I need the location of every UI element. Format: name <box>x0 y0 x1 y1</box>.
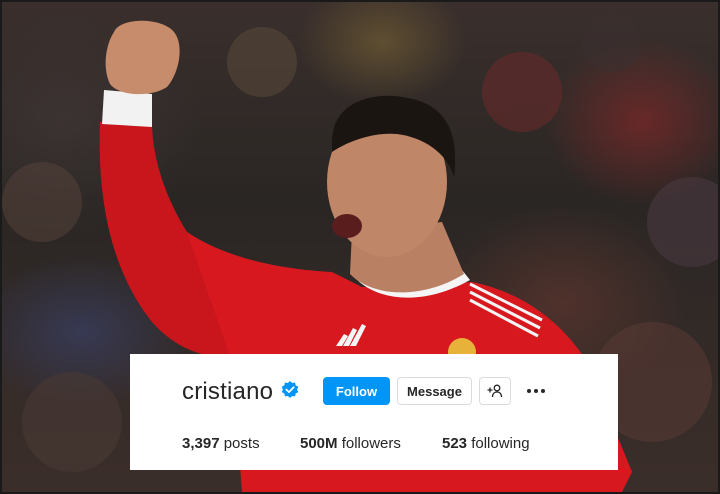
posts-label: posts <box>223 435 260 452</box>
add-person-icon <box>487 384 503 398</box>
following-stat[interactable]: 523 following <box>442 435 530 452</box>
posts-stat: 3,397 posts <box>182 435 260 452</box>
more-options-icon[interactable] <box>526 384 546 398</box>
verified-badge-icon <box>281 381 299 398</box>
screenshot-frame: cristiano Follow Message 3,397 posts 500… <box>0 0 720 494</box>
followers-stat[interactable]: 500M followers <box>300 435 401 452</box>
profile-card: cristiano Follow Message 3,397 posts 500… <box>130 354 618 470</box>
profile-username: cristiano <box>182 378 274 405</box>
suggest-accounts-button[interactable] <box>479 377 511 405</box>
followers-label: followers <box>341 435 401 452</box>
following-count: 523 <box>442 435 468 452</box>
follow-button[interactable]: Follow <box>323 377 390 405</box>
message-button[interactable]: Message <box>397 377 472 405</box>
following-label: following <box>471 435 530 452</box>
followers-count: 500M <box>300 435 338 452</box>
posts-count: 3,397 <box>182 435 220 452</box>
